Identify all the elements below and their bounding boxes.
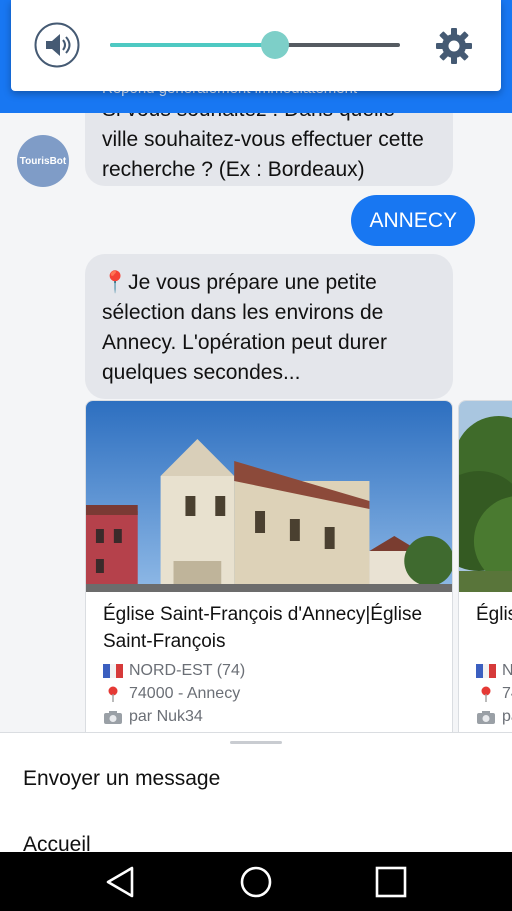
- pin-icon: [108, 686, 118, 702]
- sheet-drag-handle[interactable]: [230, 741, 282, 744]
- volume-speaker-icon[interactable]: [34, 22, 80, 68]
- card-location: 74000 - Annecy: [103, 685, 240, 703]
- tree-photo: [459, 401, 512, 592]
- camera-icon: [104, 711, 122, 724]
- chat-thread[interactable]: TourisBot Si vous souhaitez : Dans quell…: [0, 113, 512, 732]
- volume-popup: [11, 0, 501, 91]
- card-credit: par Nuk34: [103, 708, 203, 726]
- card-title[interactable]: Église Saint-…: [476, 601, 512, 628]
- france-flag-icon: [476, 664, 496, 678]
- card-credit-text: par Nuk34: [502, 708, 512, 725]
- results-carousel[interactable]: Église Saint-François d'Annecy|Église Sa…: [85, 400, 512, 732]
- card-region: NORD-EST (74): [103, 662, 245, 680]
- user-message-annecy: ANNECY: [351, 195, 475, 246]
- gear-icon[interactable]: [434, 26, 474, 66]
- card-location: 74000 - Annecy: [476, 685, 512, 703]
- card-region: NORD-EST (74): [476, 662, 512, 680]
- volume-slider-fill: [110, 43, 276, 47]
- pin-icon: [481, 686, 491, 702]
- france-flag-icon: [103, 664, 123, 678]
- volume-slider-thumb[interactable]: [261, 31, 290, 59]
- card-region-text: NORD-EST (74): [129, 662, 246, 679]
- card-location-text: 74000 - Annecy: [502, 685, 512, 702]
- home-icon[interactable]: [238, 864, 274, 900]
- send-message-option[interactable]: Envoyer un message: [23, 767, 220, 791]
- card-location-text: 74000 - Annecy: [129, 685, 241, 702]
- camera-icon: [477, 711, 495, 724]
- card-region-text: NORD-EST (74): [502, 662, 512, 680]
- church-photo: [86, 401, 452, 592]
- back-icon[interactable]: [102, 864, 138, 900]
- bot-message-preparing: 📍Je vous prépare une petite sélection da…: [85, 254, 453, 399]
- card-title[interactable]: Église Saint-François d'Annecy|Église Sa…: [103, 601, 443, 655]
- result-card[interactable]: Église Saint-François d'Annecy|Église Sa…: [85, 400, 453, 732]
- volume-slider[interactable]: [110, 31, 400, 59]
- result-card[interactable]: Église Saint-… NORD-EST (74) 74000 - Ann…: [458, 400, 512, 732]
- bot-avatar: TourisBot: [17, 135, 69, 187]
- bot-message-city-question: Si vous souhaitez : Dans quelle ville so…: [85, 113, 453, 186]
- recents-icon[interactable]: [373, 864, 409, 900]
- bottom-sheet: Envoyer un message Accueil: [0, 732, 512, 856]
- card-credit: par Nuk34: [476, 708, 512, 726]
- android-nav-bar: [0, 852, 512, 911]
- card-credit-text: par Nuk34: [129, 708, 203, 725]
